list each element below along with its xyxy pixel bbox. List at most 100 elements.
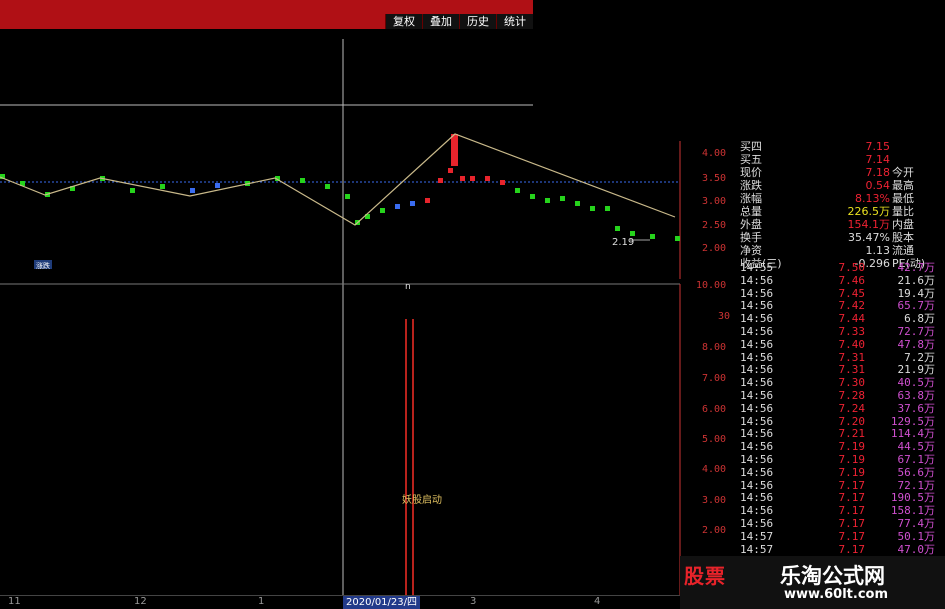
- stats-button[interactable]: 统计: [496, 14, 533, 29]
- tick-row: 14:56 7.40 47.8万: [740, 337, 945, 352]
- price-tick: 2.00: [702, 243, 727, 254]
- tick-row: 14:56 7.33 72.7万: [740, 324, 945, 339]
- candle: [395, 204, 400, 209]
- indicator-tick: 2.00: [702, 525, 727, 536]
- quote-extra-label: 最低: [892, 192, 914, 205]
- candle: [451, 134, 458, 166]
- quote-label: 总量: [740, 205, 762, 218]
- tick-price: 7.19: [838, 452, 866, 466]
- candle: [470, 176, 475, 181]
- candle: [425, 198, 430, 203]
- watermark-title: 乐淘公式网: [780, 564, 885, 588]
- indicator-tick: 5.00: [702, 434, 727, 445]
- quote-row: 总量 226.5万 量比: [740, 205, 945, 218]
- indicator-tick: 30: [718, 311, 731, 322]
- tick-volume: 21.6万: [897, 273, 936, 287]
- candle: [530, 194, 535, 199]
- tick-volume: 67.1万: [897, 452, 936, 466]
- candle: [650, 234, 655, 239]
- candle: [410, 201, 415, 206]
- indicator-tick: 10.00: [696, 280, 727, 291]
- time-axis-label: 1: [258, 596, 265, 607]
- candle: [448, 168, 453, 173]
- price-tick: 2.50: [702, 220, 727, 231]
- candle: [300, 178, 305, 183]
- tick-row: 14:56 7.28 63.8万: [740, 388, 945, 403]
- quote-value: 8.13%: [855, 192, 890, 205]
- tick-time: 14:56: [740, 516, 774, 530]
- quote-label: 买四: [740, 140, 762, 153]
- price-tick: 4.00: [702, 148, 727, 159]
- fuquan-button[interactable]: 复权: [385, 14, 422, 29]
- indicator-tick: 3.00: [702, 495, 727, 506]
- candle: [485, 176, 490, 181]
- tick-volume: 37.6万: [897, 401, 936, 415]
- time-axis-label: 12: [134, 596, 147, 607]
- quote-label: 现价: [740, 166, 762, 179]
- tick-price: 7.50: [838, 261, 866, 274]
- quote-label: 买五: [740, 153, 762, 166]
- watermark: 股票 乐淘公式网 www.60lt.com: [680, 556, 945, 609]
- tick-volume: 42.7万: [897, 261, 936, 274]
- quote-label: 涨幅: [740, 192, 762, 205]
- candle: [460, 176, 465, 181]
- quote-panel: 买四 7.15 买五 7.14 现价 7.18 今开 涨跌 0.54 最高 涨幅 8.13% 最低 总量 2…: [740, 140, 945, 270]
- overlay-button[interactable]: 叠加: [422, 14, 459, 29]
- toolbar-buttons: 复权 叠加 历史 统计: [385, 14, 533, 29]
- candle: [130, 188, 135, 193]
- tick-time: 14:56: [740, 465, 774, 479]
- time-axis-label: 11: [8, 596, 21, 607]
- tick-volume: 50.1万: [897, 529, 936, 543]
- price-tick: 3.00: [702, 196, 727, 207]
- low-price-label: 2.19: [612, 237, 634, 248]
- tick-row: 14:57 7.17 50.1万: [740, 529, 945, 544]
- tick-time: 14:56: [740, 337, 774, 351]
- quote-extra-label: 流通: [892, 244, 914, 257]
- quote-row: 换手 35.47% 股本: [740, 231, 945, 244]
- quote-value: 0.54: [865, 179, 891, 192]
- quote-row: 净资 1.13 流通: [740, 244, 945, 257]
- candle: [575, 201, 580, 206]
- candle: [380, 208, 385, 213]
- candles-group: [0, 134, 680, 241]
- candle: [215, 183, 220, 188]
- tick-price: 7.17: [838, 529, 866, 543]
- quote-row: 涨跌 0.54 最高: [740, 179, 945, 192]
- tick-price: 7.17: [838, 516, 866, 530]
- candle: [438, 178, 443, 183]
- tick-price: 7.19: [838, 465, 866, 479]
- tick-price: 7.33: [838, 324, 866, 338]
- quote-label: 外盘: [740, 218, 762, 231]
- candle: [545, 198, 550, 203]
- tick-volume: 77.4万: [897, 516, 936, 530]
- tick-time: 14:57: [740, 529, 774, 543]
- indicator-tick: 7.00: [702, 373, 727, 384]
- signal-marker: n: [405, 282, 411, 292]
- quote-extra-label: 股本: [892, 231, 914, 244]
- tick-row: 14:56 7.24 37.6万: [740, 401, 945, 416]
- candle: [160, 184, 165, 189]
- quote-row: 外盘 154.1万 内盘: [740, 218, 945, 231]
- quote-value: 7.14: [865, 153, 891, 166]
- quote-value: 154.1万: [847, 218, 891, 231]
- tick-row: 14:56 7.19 67.1万: [740, 452, 945, 467]
- tick-time: 14:56: [740, 273, 774, 287]
- indicator-tick: 8.00: [702, 342, 727, 353]
- time-axis-label: 4: [594, 596, 601, 607]
- quote-value: 35.47%: [848, 231, 890, 244]
- quote-label: 涨跌: [740, 179, 762, 192]
- tick-volume: 72.7万: [897, 324, 936, 338]
- quote-extra-label: 最高: [892, 179, 914, 192]
- quote-extra-label: 内盘: [892, 218, 914, 231]
- kline-chart[interactable]: 2.19 涨跌 n 妖股启动: [0, 29, 740, 595]
- quote-extra-label: 今开: [892, 166, 914, 179]
- crosshair-date-badge: 2020/01/23/四: [343, 596, 421, 609]
- tick-price: 7.40: [838, 337, 866, 351]
- tick-list[interactable]: 14:55 7.50 42.7万 14:56 7.46 21.6万 14:56 7.45 19.…: [740, 261, 945, 582]
- tick-price: 7.28: [838, 388, 866, 402]
- quote-extra-label: 量比: [892, 205, 914, 218]
- history-button[interactable]: 历史: [459, 14, 496, 29]
- quote-row: 买四 7.15: [740, 140, 945, 153]
- indicator-tick: 6.00: [702, 404, 727, 415]
- price-tick: 3.50: [702, 173, 727, 184]
